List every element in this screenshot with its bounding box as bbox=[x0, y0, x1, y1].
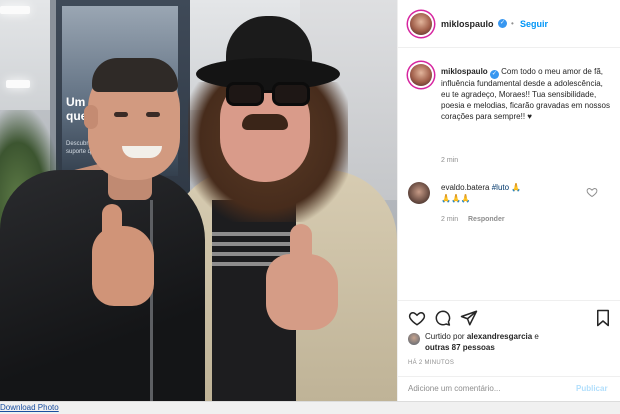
separator-dot: • bbox=[511, 19, 514, 28]
liked-middle: e bbox=[534, 332, 539, 341]
heart-icon[interactable] bbox=[408, 309, 426, 327]
mustache bbox=[242, 114, 288, 130]
post-photo[interactable]: Um es que suá Descubra o suporte que bbox=[0, 0, 397, 401]
publish-button[interactable]: Publicar bbox=[576, 384, 608, 393]
glasses-bridge bbox=[264, 90, 274, 93]
comment-time: 2 min bbox=[441, 216, 459, 223]
glasses-lens-left bbox=[226, 82, 264, 106]
comment: evaldo.batera #luto 🙏 🙏🙏🙏 bbox=[441, 182, 591, 204]
person-left-eye bbox=[146, 112, 160, 117]
caption: miklospaulo ✓ Com todo o meu amor de fã,… bbox=[441, 66, 613, 122]
comment-emoji: 🙏 bbox=[511, 183, 522, 192]
bookmark-icon[interactable] bbox=[594, 309, 612, 327]
person-left-eye bbox=[114, 112, 128, 117]
caption-username[interactable]: miklospaulo bbox=[441, 67, 488, 76]
ceiling-light bbox=[6, 80, 30, 88]
author-avatar[interactable] bbox=[410, 13, 432, 35]
liker-avatar[interactable] bbox=[408, 333, 420, 345]
person-left-hair bbox=[92, 58, 178, 92]
comment-emojis: 🙏🙏🙏 bbox=[441, 194, 471, 203]
liked-others[interactable]: outras 87 pessoas bbox=[425, 343, 495, 352]
comment-like-heart-icon[interactable] bbox=[586, 186, 598, 198]
ceiling-light bbox=[0, 6, 30, 14]
verified-badge-icon: ✓ bbox=[489, 70, 499, 79]
hat-brim bbox=[196, 58, 340, 90]
comment-hashtag[interactable]: #luto bbox=[492, 183, 509, 192]
comment-username[interactable]: evaldo.batera bbox=[441, 183, 489, 192]
likes-summary[interactable]: Curtido por alexandresgarcia e outras 87… bbox=[425, 331, 615, 353]
verified-badge-icon: ✓ bbox=[498, 19, 507, 28]
person-left-smile bbox=[122, 146, 162, 158]
liked-user[interactable]: alexandresgarcia bbox=[467, 332, 532, 341]
comment-icon[interactable] bbox=[434, 309, 452, 327]
author-username[interactable]: miklospaulo bbox=[441, 19, 494, 29]
shirt-stripe bbox=[212, 242, 296, 246]
post-header: miklospaulo ✓ • Seguir bbox=[398, 0, 620, 48]
fist-right bbox=[266, 254, 338, 330]
post-timestamp: HÁ 2 MINUTOS bbox=[408, 360, 455, 366]
footer-bar: Download Photo bbox=[0, 401, 620, 414]
caption-time: 2 min bbox=[441, 157, 459, 164]
shirt-stripe bbox=[212, 232, 296, 236]
caption-avatar[interactable] bbox=[410, 64, 432, 86]
commenter-avatar[interactable] bbox=[408, 182, 430, 204]
person-left-ear bbox=[84, 105, 98, 129]
download-photo-link[interactable]: Download Photo bbox=[0, 403, 59, 412]
add-comment-row: Publicar bbox=[398, 376, 620, 401]
glasses-lens-right bbox=[272, 82, 310, 106]
follow-button[interactable]: Seguir bbox=[520, 19, 548, 29]
share-icon[interactable] bbox=[460, 309, 478, 327]
reply-button[interactable]: Responder bbox=[468, 216, 505, 223]
jacket-zipper bbox=[150, 200, 153, 401]
comment-input[interactable] bbox=[408, 384, 558, 393]
fist-left bbox=[92, 226, 154, 306]
post-sidebar: miklospaulo ✓ • Seguir miklospaulo ✓ Com… bbox=[397, 0, 620, 401]
liked-prefix: Curtido por bbox=[425, 332, 465, 341]
